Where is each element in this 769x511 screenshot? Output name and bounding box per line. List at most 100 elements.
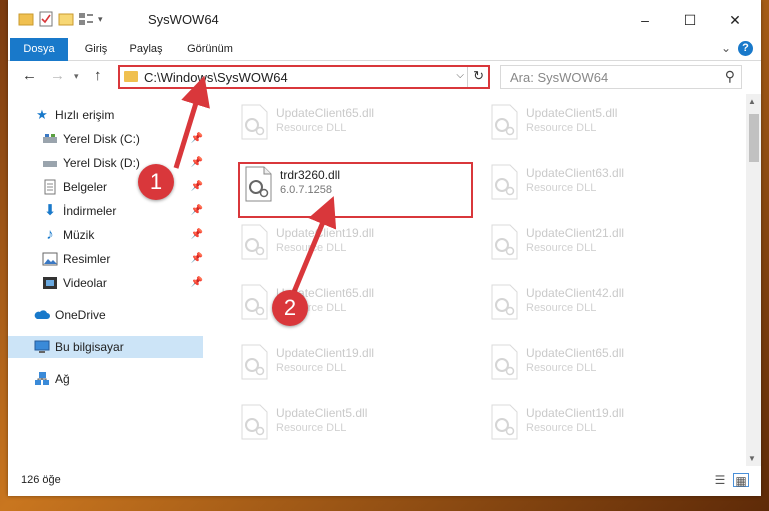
file-item[interactable]: UpdateClient65.dll Resource DLL [488,340,718,392]
chevron-down-icon[interactable]: ⌵ [456,70,464,81]
sidebar-item-network[interactable]: Ağ [8,368,203,390]
explorer-window: ▾ SysWOW64 – ☐ ✕ Dosya Giriş Paylaş Görü… [8,0,761,496]
dll-file-icon [238,344,270,380]
file-name: UpdateClient63.dll [526,166,625,180]
sidebar-item-label: OneDrive [55,308,106,322]
file-item[interactable]: UpdateClient19.dll Resource DLL [488,400,718,452]
address-path[interactable]: C:\Windows\SysWOW64 [144,70,288,85]
address-bar[interactable]: C:\Windows\SysWOW64 ⌵ ↻ [118,65,490,89]
expand-ribbon-icon[interactable]: ⌄ [721,41,731,55]
file-item[interactable]: UpdateClient42.dll Resource DLL [488,280,718,332]
sidebar-item-local-disk-d[interactable]: Yerel Disk (D:) 📌 [8,152,203,174]
back-icon[interactable]: ← [22,67,37,84]
search-input[interactable]: Ara: SysWOW64 [510,70,608,85]
sidebar-item-this-pc[interactable]: Bu bilgisayar [8,336,203,358]
recent-locations-icon[interactable]: ▾ [74,71,79,82]
pin-icon[interactable]: 📌 [191,248,203,270]
sidebar-item-label: Yerel Disk (D:) [63,156,140,170]
document-icon [42,179,58,195]
drive-icon [42,131,58,147]
scroll-up-icon[interactable]: ▲ [748,97,756,106]
dll-file-icon [488,284,520,320]
new-folder-icon[interactable] [58,11,74,27]
up-icon[interactable]: ↑ [94,67,102,84]
sidebar-item-local-disk-c[interactable]: Yerel Disk (C:) 📌 [8,128,203,150]
sidebar-item-label: Belgeler [63,180,108,194]
sidebar-item-videos[interactable]: Videolar 📌 [8,272,203,294]
file-name: UpdateClient42.dll [526,286,625,300]
pin-icon[interactable]: 📌 [191,272,203,294]
folder-icon[interactable] [18,11,34,27]
layout-icon[interactable] [78,11,94,27]
file-type: Resource DLL [526,302,597,314]
forward-icon[interactable]: → [50,67,65,84]
file-type: Resource DLL [276,122,347,134]
sidebar-item-label: Videolar [63,276,107,290]
sidebar-item-downloads[interactable]: ⬇ İndirmeler 📌 [8,200,203,222]
scroll-down-icon[interactable]: ▼ [748,454,756,463]
pin-icon[interactable]: 📌 [191,128,203,150]
file-item[interactable]: UpdateClient5.dll Resource DLL [488,100,718,152]
file-name: UpdateClient5.dll [276,406,368,420]
file-name: UpdateClient65.dll [526,346,625,360]
highlight-box [238,162,473,218]
pin-icon[interactable]: 📌 [191,152,203,174]
video-icon [42,275,58,291]
network-icon [34,371,50,387]
navigation-bar: ← → ▾ ↑ C:\Windows\SysWOW64 ⌵ ↻ Ara: Sys… [8,61,761,93]
maximize-button[interactable]: ☐ [670,6,710,34]
file-item[interactable]: UpdateClient19.dll Resource DLL [238,340,468,392]
search-icon[interactable]: ⚲ [725,68,735,85]
sidebar-item-label: Ağ [55,372,70,386]
details-view-icon[interactable]: ☰ [712,473,728,487]
divider [467,67,468,87]
tab-home[interactable]: Giriş [74,38,118,60]
file-list: UpdateClient65.dll Resource DLL UpdateCl… [216,94,741,464]
file-type: Resource DLL [276,362,347,374]
file-name: UpdateClient19.dll [276,226,375,240]
close-button[interactable]: ✕ [715,6,755,34]
star-icon: ★ [36,107,48,122]
file-item[interactable]: UpdateClient5.dll Resource DLL [238,400,468,452]
tiles-view-icon[interactable]: ▦ [733,473,749,488]
customize-toolbar-icon[interactable]: ▾ [98,11,114,27]
sidebar-item-label: Hızlı erişim [55,108,115,122]
item-count: 126 öğe [21,474,61,486]
dll-file-icon [488,104,520,140]
search-box[interactable]: Ara: SysWOW64 ⚲ [500,65,742,89]
dll-file-icon [488,224,520,260]
ribbon-tabs: Dosya Giriş Paylaş Görünüm ⌄ ? [8,38,761,90]
file-item[interactable]: UpdateClient19.dll Resource DLL [238,220,468,272]
properties-icon[interactable] [38,11,54,27]
sidebar-item-label: Bu bilgisayar [55,340,124,354]
file-name: UpdateClient19.dll [276,346,375,360]
folder-icon [124,71,138,82]
file-item[interactable]: UpdateClient65.dll Resource DLL [238,100,468,152]
file-name: UpdateClient19.dll [526,406,625,420]
file-type: Resource DLL [276,422,347,434]
help-icon[interactable]: ? [738,41,753,56]
sidebar-item-onedrive[interactable]: OneDrive [8,304,203,326]
tab-share[interactable]: Paylaş [124,38,168,60]
drive-icon [42,155,58,171]
pin-icon[interactable]: 📌 [191,176,203,198]
sidebar-item-pictures[interactable]: Resimler 📌 [8,248,203,270]
pin-icon[interactable]: 📌 [191,200,203,222]
vertical-scrollbar[interactable]: ▲ ▼ [746,94,761,466]
file-item[interactable]: UpdateClient63.dll Resource DLL [488,160,718,212]
sidebar-item-music[interactable]: ♪ Müzik 📌 [8,224,203,246]
refresh-icon[interactable]: ↻ [473,68,484,84]
window-title: SysWOW64 [148,12,219,27]
scrollbar-thumb[interactable] [749,114,759,162]
title-bar: ▾ SysWOW64 – ☐ ✕ [8,0,761,38]
file-type: Resource DLL [276,242,347,254]
tab-view[interactable]: Görünüm [180,38,240,60]
pin-icon[interactable]: 📌 [191,224,203,246]
navigation-pane: ★ Hızlı erişim Yerel Disk (C:) 📌 Yerel D… [8,96,210,462]
file-item[interactable]: UpdateClient21.dll Resource DLL [488,220,718,272]
file-name: UpdateClient21.dll [526,226,625,240]
dll-file-icon [238,104,270,140]
minimize-button[interactable]: – [625,6,665,34]
file-type: Resource DLL [526,182,597,194]
sidebar-item-quick-access[interactable]: ★ Hızlı erişim [8,104,203,126]
